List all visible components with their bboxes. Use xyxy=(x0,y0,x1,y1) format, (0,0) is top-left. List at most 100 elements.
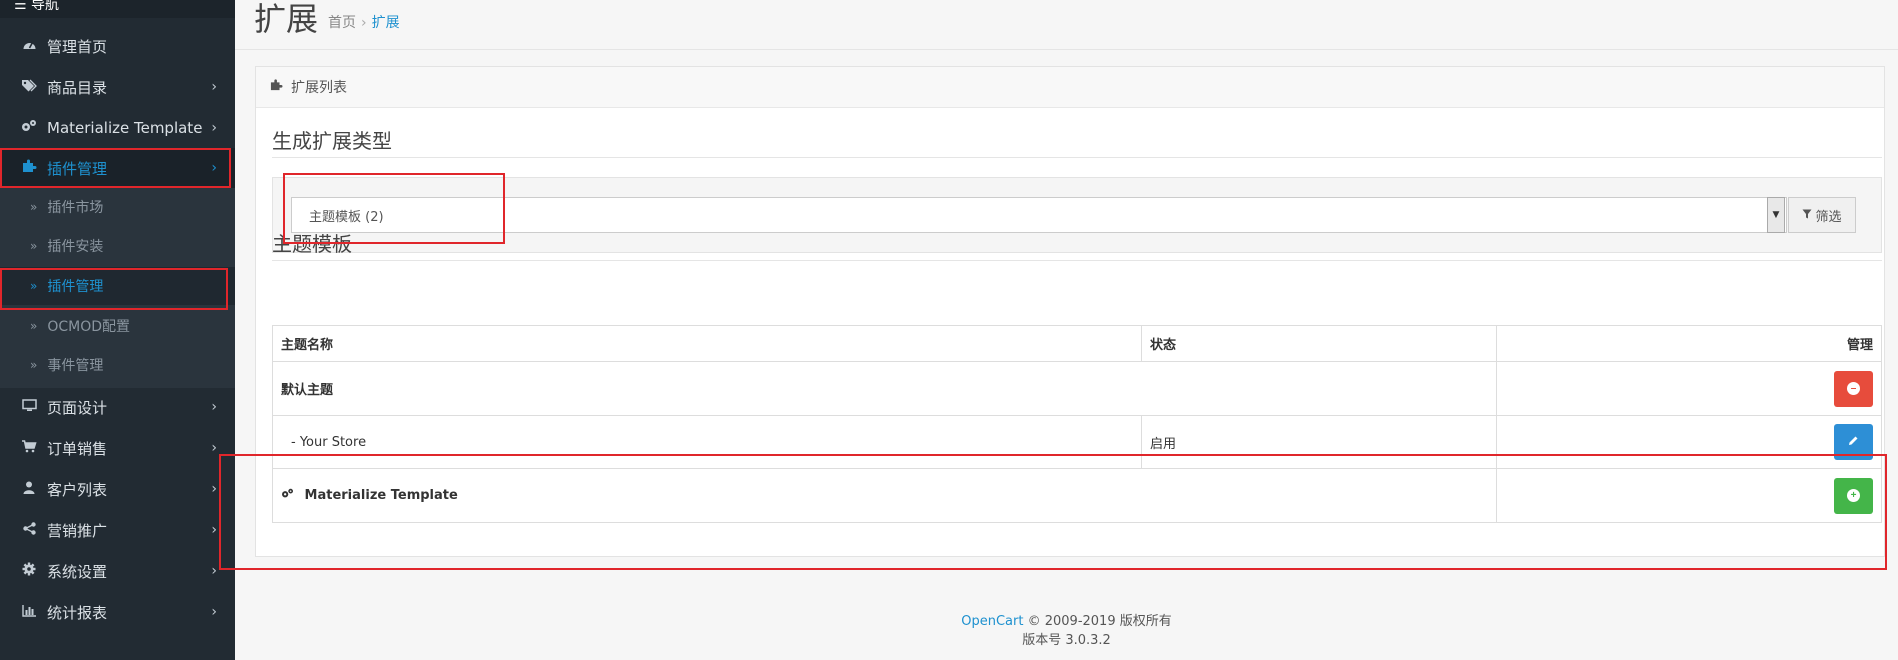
sidebar-item-label: 统计报表 xyxy=(47,603,108,622)
sidebar-item-label: 插件管理 xyxy=(47,159,108,178)
double-chevron-icon: » xyxy=(30,200,38,214)
share-icon xyxy=(20,521,38,539)
filter-button-label: 筛选 xyxy=(1815,209,1842,225)
sidebar-item-label: 客户列表 xyxy=(47,480,108,499)
col-header-action: 管理 xyxy=(1496,325,1882,362)
bar-chart-icon xyxy=(20,604,38,621)
puzzle-icon xyxy=(270,79,283,95)
col-header-name: 主题名称 xyxy=(272,325,1142,362)
double-chevron-icon: » xyxy=(30,239,38,253)
chevron-right-icon: › xyxy=(211,522,217,538)
sidebar-item-label: 页面设计 xyxy=(47,398,108,417)
install-button[interactable]: + xyxy=(1834,477,1873,514)
col-header-status: 状态 xyxy=(1141,325,1497,362)
sidebar-subitem-label: 插件安装 xyxy=(47,239,104,255)
user-icon xyxy=(20,481,38,498)
tags-icon xyxy=(20,79,38,96)
opencart-link[interactable]: OpenCart xyxy=(961,614,1023,629)
cart-icon xyxy=(20,439,38,457)
table-row: 默认主题 – xyxy=(272,361,1882,416)
sidebar-item-label: Materialize Template xyxy=(47,119,203,137)
action-cell: + xyxy=(1496,468,1882,523)
pencil-icon xyxy=(1848,435,1859,449)
theme-group-name: 默认主题 xyxy=(272,361,1497,416)
sidebar-item-sales[interactable]: 订单销售 › xyxy=(0,428,235,468)
edit-button[interactable] xyxy=(1834,424,1873,460)
theme-section-title: 主题模板 xyxy=(272,232,352,256)
panel-heading: 扩展列表 xyxy=(256,67,1884,108)
store-name: - Your Store xyxy=(272,415,1142,469)
double-chevron-icon: » xyxy=(30,358,38,372)
desktop-icon xyxy=(20,398,38,416)
filter-icon xyxy=(1802,209,1812,222)
sidebar-item-settings[interactable]: 系统设置 › xyxy=(0,551,235,591)
sidebar-item-extensions[interactable]: 插件管理 › xyxy=(0,148,235,188)
plus-circle-icon: + xyxy=(1847,489,1860,502)
breadcrumb: 首页 › 扩展 xyxy=(328,12,400,32)
theme-group-name: Materialize Template xyxy=(272,468,1497,523)
action-cell: – xyxy=(1496,361,1882,416)
theme-name: Materialize Template xyxy=(304,488,458,503)
chevron-right-icon: › xyxy=(211,481,217,497)
sidebar-item-label: 商品目录 xyxy=(47,78,108,97)
sidebar-subitem-ocmod[interactable]: » OCMOD配置 xyxy=(0,307,235,345)
sidebar-subitem-label: 插件管理 xyxy=(47,279,104,295)
sidebar-item-label: 营销推广 xyxy=(47,521,108,540)
breadcrumb-current[interactable]: 扩展 xyxy=(372,15,400,31)
chevron-right-icon: › xyxy=(211,604,217,620)
sidebar-item-marketing[interactable]: 营销推广 › xyxy=(0,510,235,550)
store-status: 启用 xyxy=(1141,415,1497,469)
page-title: 扩展 xyxy=(254,0,319,38)
table-row: - Your Store 启用 xyxy=(272,415,1882,469)
sidebar-subitem-label: 事件管理 xyxy=(47,358,104,374)
extension-type-title: 生成扩展类型 xyxy=(272,129,392,153)
chevron-down-icon[interactable]: ▼ xyxy=(1767,197,1785,233)
filter-button[interactable]: 筛选 xyxy=(1788,197,1856,233)
page-header: 扩展 首页 › 扩展 xyxy=(235,0,1898,50)
sidebar-subitem-installer[interactable]: » 插件安装 xyxy=(0,227,235,265)
extension-list-panel: 扩展列表 生成扩展类型 主题模板 (2) ▼ 筛选 主题模板 主题名称 状态 管… xyxy=(255,66,1885,557)
sidebar-subitem-label: 插件市场 xyxy=(47,200,104,216)
chevron-right-icon: › xyxy=(211,563,217,579)
sidebar-item-design[interactable]: 页面设计 › xyxy=(0,387,235,427)
sidebar-subitem-market[interactable]: » 插件市场 xyxy=(0,188,235,226)
extension-type-select-value: 主题模板 (2) xyxy=(309,209,384,225)
footer-version: 版本号 3.0.3.2 xyxy=(1022,633,1111,648)
sidebar-item-materialize[interactable]: Materialize Template › xyxy=(0,108,235,148)
chevron-right-icon: › xyxy=(211,399,217,415)
sidebar-item-dashboard[interactable]: 管理首页 xyxy=(0,26,235,66)
minus-circle-icon: – xyxy=(1847,382,1860,395)
table-header-row: 主题名称 状态 管理 xyxy=(272,325,1882,362)
chevron-right-icon: › xyxy=(211,120,217,136)
dashboard-icon xyxy=(20,38,38,54)
breadcrumb-home[interactable]: 首页 xyxy=(328,15,356,31)
breadcrumb-separator: › xyxy=(361,15,367,31)
sidebar-item-label: 系统设置 xyxy=(47,562,108,581)
action-cell xyxy=(1496,415,1882,469)
table-row: Materialize Template + xyxy=(272,468,1882,523)
section-divider xyxy=(272,260,1882,261)
sidebar-subitem-extensions[interactable]: » 插件管理 xyxy=(0,267,235,305)
footer-copyright: OpenCart © 2009-2019 版权所有 xyxy=(235,612,1898,631)
sidebar-item-reports[interactable]: 统计报表 › xyxy=(0,592,235,632)
footer: OpenCart © 2009-2019 版权所有 版本号 3.0.3.2 xyxy=(235,612,1898,650)
sidebar-item-customers[interactable]: 客户列表 › xyxy=(0,469,235,509)
sidebar-subitem-events[interactable]: » 事件管理 xyxy=(0,346,235,384)
panel-heading-title: 扩展列表 xyxy=(291,80,347,96)
section-divider xyxy=(272,157,1882,158)
sidebar-item-label: 订单销售 xyxy=(47,439,108,458)
sidebar-subitem-label: OCMOD配置 xyxy=(47,319,131,335)
uninstall-button[interactable]: – xyxy=(1834,370,1873,407)
sidebar: ☰ 导航 管理首页 商品目录 › Materialize Template › … xyxy=(0,0,235,660)
nav-header: ☰ 导航 xyxy=(0,0,235,18)
cogs-icon xyxy=(20,119,38,137)
sidebar-item-catalog[interactable]: 商品目录 › xyxy=(0,67,235,107)
gear-icon xyxy=(20,562,38,580)
extension-type-select[interactable]: 主题模板 (2) xyxy=(291,197,1787,233)
sidebar-submenu: » 插件市场 » 插件安装 » 插件管理 » OCMOD配置 » 事件管理 xyxy=(0,188,235,388)
double-chevron-icon: » xyxy=(30,319,38,333)
copyright-text: © 2009-2019 版权所有 xyxy=(1027,614,1172,629)
sidebar-item-label: 管理首页 xyxy=(47,37,108,56)
filter-well: 主题模板 (2) ▼ 筛选 xyxy=(272,177,1882,253)
chevron-right-icon: › xyxy=(211,160,217,176)
